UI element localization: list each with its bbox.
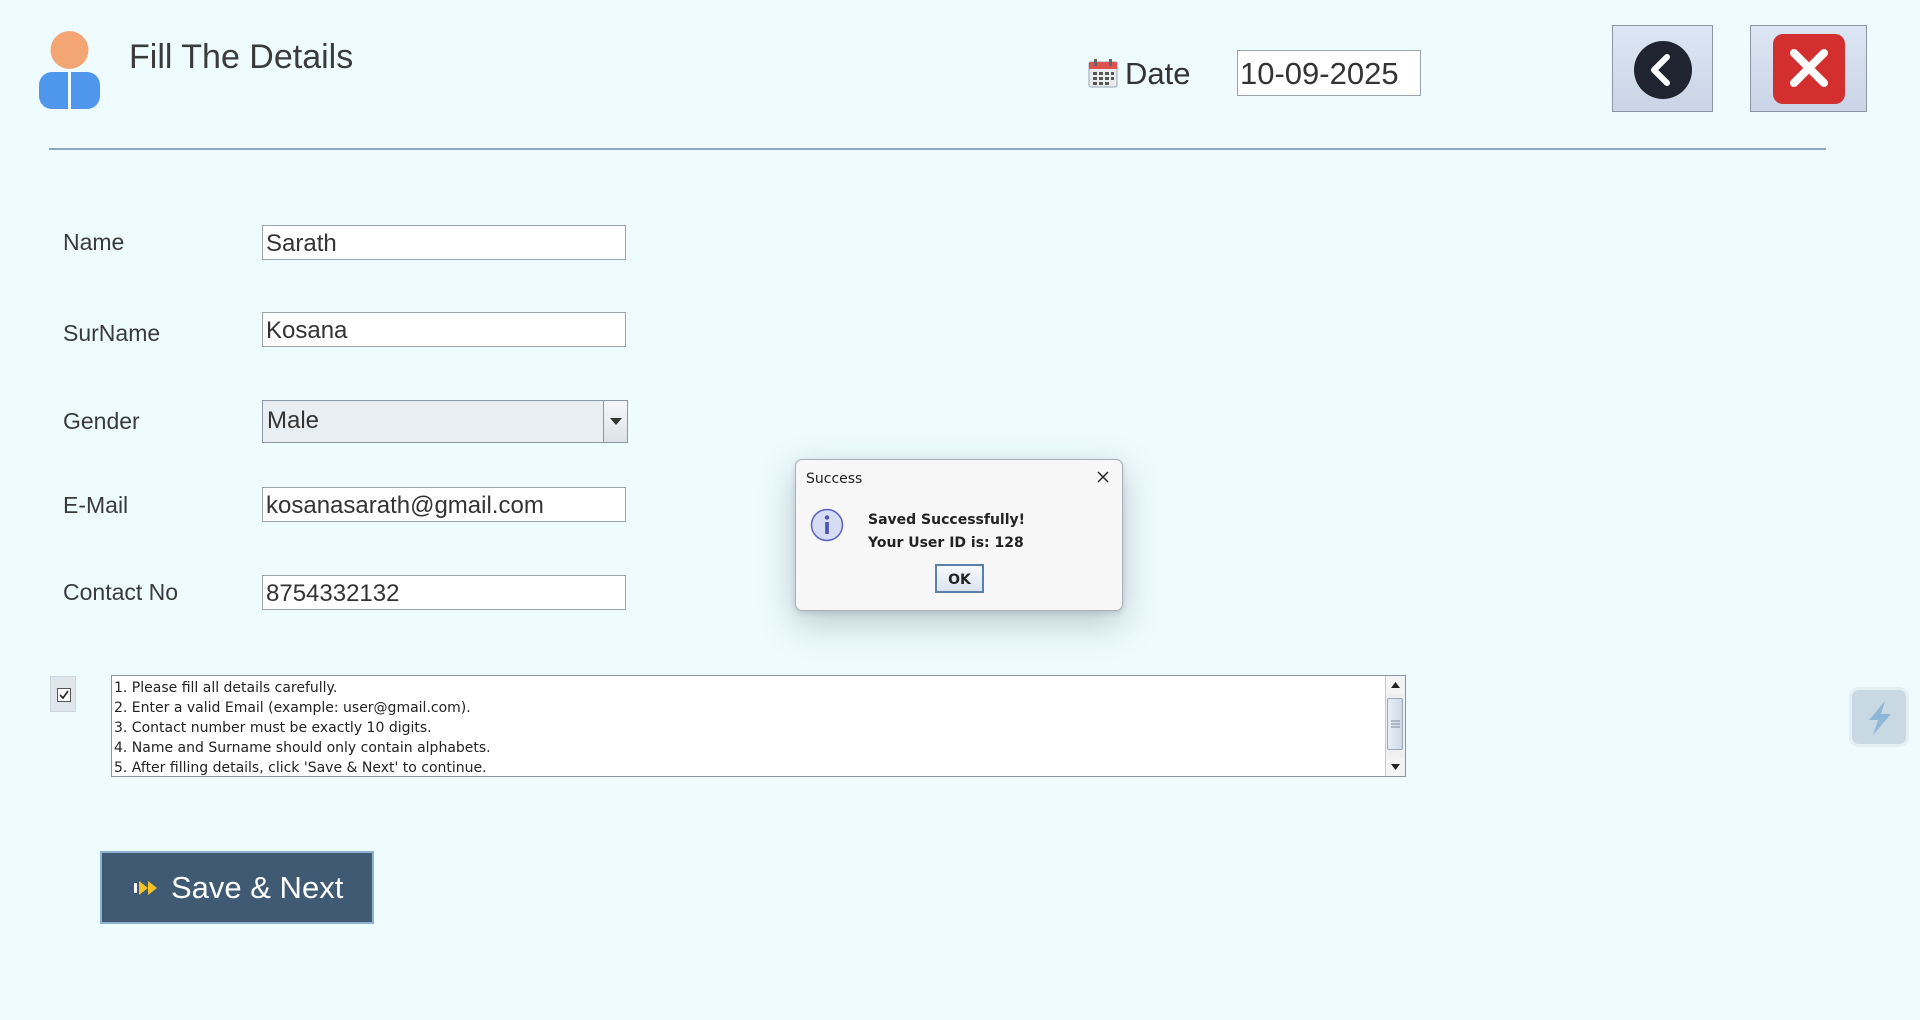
dialog-title: Success [806, 471, 863, 487]
contact-label: Contact No [63, 579, 179, 605]
email-field[interactable]: kosanasarath@gmail.com [262, 487, 626, 522]
gender-value: Male [267, 407, 320, 434]
back-button[interactable] [1612, 25, 1713, 112]
calendar-icon [1088, 59, 1118, 88]
checkmark-icon [57, 688, 71, 702]
fast-forward-icon [134, 881, 157, 895]
ok-button[interactable]: OK [935, 564, 984, 593]
gender-label: Gender [63, 408, 140, 434]
avatar [37, 30, 102, 110]
ok-label: OK [948, 572, 971, 588]
note-line: 3. Contact number must be exactly 10 dig… [114, 720, 432, 736]
dialog-user-id: Your User ID is: 128 [868, 535, 1024, 551]
close-icon[interactable] [1094, 468, 1112, 486]
note-line: 4. Name and Surname should only contain … [114, 740, 491, 756]
arrow-down-icon [1391, 764, 1400, 770]
gender-select[interactable]: Male [262, 400, 628, 443]
name-field[interactable]: Sarath [262, 225, 626, 260]
arrow-up-icon [1391, 682, 1400, 688]
save-next-label: Save & Next [171, 870, 344, 905]
info-icon [810, 508, 844, 542]
scroll-thumb[interactable] [1387, 698, 1403, 750]
save-next-button[interactable]: Save & Next [100, 851, 374, 924]
page-title: Fill The Details [129, 38, 354, 76]
dialog-message: Saved Successfully! [868, 512, 1026, 528]
date-field[interactable]: 10-09-2025 [1237, 50, 1421, 96]
close-button[interactable] [1750, 25, 1867, 112]
gender-dropdown-button[interactable] [603, 401, 627, 442]
surname-label: SurName [63, 320, 161, 346]
note-line: 5. After filling details, click 'Save & … [114, 760, 487, 776]
success-dialog: Success Saved Successfully! Your User ID… [795, 459, 1123, 611]
user-avatar-icon [39, 31, 100, 109]
header-divider [49, 148, 1826, 150]
instructions-textarea[interactable]: 1. Please fill all details carefully. 2.… [111, 675, 1406, 777]
back-arrow-icon [1634, 41, 1692, 99]
date-label: Date [1125, 56, 1191, 91]
email-label: E-Mail [63, 492, 129, 518]
contact-field[interactable]: 8754332132 [262, 575, 626, 610]
scroll-down-button[interactable] [1386, 758, 1404, 776]
grip-icon [1391, 720, 1400, 728]
name-label: Name [63, 229, 125, 255]
notes-scrollbar[interactable] [1385, 676, 1405, 776]
terms-checkbox[interactable] [50, 676, 76, 712]
note-line: 1. Please fill all details carefully. [114, 680, 338, 696]
chevron-down-icon [610, 418, 622, 425]
floating-widget[interactable] [1849, 687, 1909, 747]
lightning-icon [1869, 701, 1891, 735]
scroll-up-button[interactable] [1386, 676, 1404, 694]
surname-field[interactable]: Kosana [262, 312, 626, 347]
close-x-icon [1773, 34, 1845, 104]
note-line: 2. Enter a valid Email (example: user@gm… [114, 700, 471, 716]
